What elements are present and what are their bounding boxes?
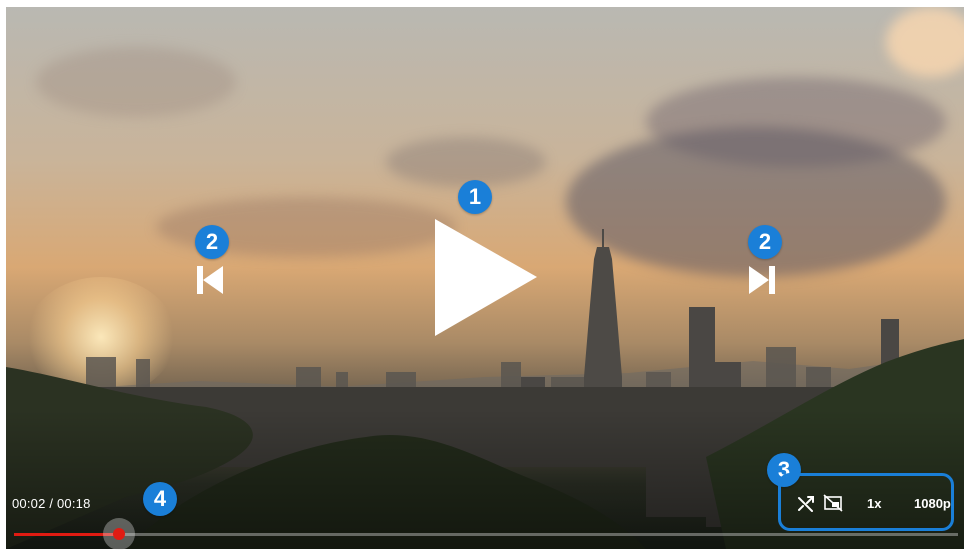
time-display: 00:02 / 00:18 (12, 496, 91, 511)
annotation-badge-next: 2 (748, 225, 782, 259)
skip-next-icon[interactable] (745, 262, 779, 298)
shuffle-icon[interactable] (797, 495, 815, 513)
play-icon[interactable] (433, 215, 543, 340)
annotation-badge-play: 1 (458, 180, 492, 214)
annotation-badge-previous: 2 (195, 225, 229, 259)
quality-button[interactable]: 1080p (914, 496, 951, 511)
annotation-badge-timeline: 4 (143, 482, 177, 516)
progress-bar[interactable] (14, 533, 958, 536)
scrubber-handle[interactable] (112, 528, 125, 540)
playback-speed-button[interactable]: 1x (867, 496, 881, 511)
picture-in-picture-off-icon[interactable] (823, 494, 843, 512)
skip-previous-icon[interactable] (193, 262, 227, 298)
